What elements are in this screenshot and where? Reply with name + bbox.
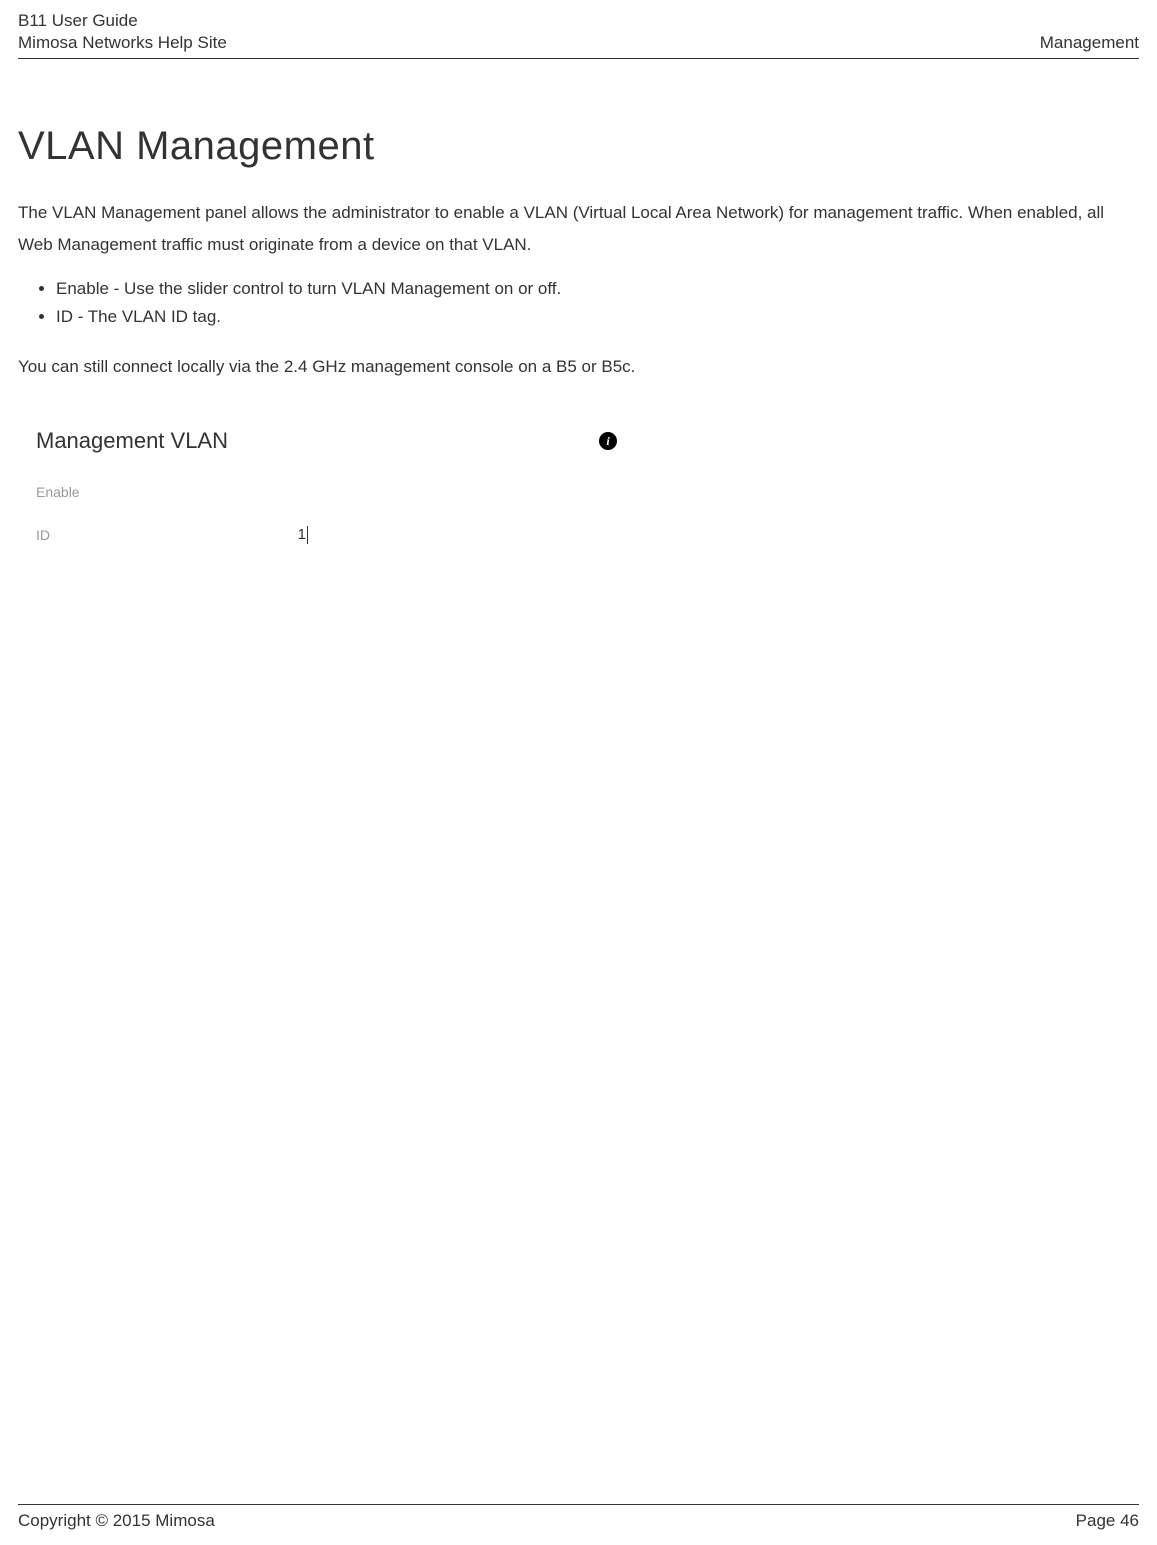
enable-label: Enable (36, 484, 244, 500)
header-section: Management (1040, 32, 1139, 54)
info-icon[interactable]: i (599, 432, 617, 450)
page-content: VLAN Management The VLAN Management pane… (18, 59, 1139, 1504)
enable-field-row: Enable (36, 484, 621, 500)
id-field-row: ID (36, 526, 621, 544)
site-name: Mimosa Networks Help Site (18, 32, 227, 54)
panel-header: Management VLAN i (36, 428, 621, 454)
header-left: B11 User Guide Mimosa Networks Help Site (18, 10, 227, 54)
management-vlan-panel: Management VLAN i Enable ID (36, 428, 621, 544)
intro-paragraph: The VLAN Management panel allows the adm… (18, 197, 1139, 260)
list-item: ID - The VLAN ID tag. (56, 304, 1139, 330)
doc-title: B11 User Guide (18, 10, 227, 32)
note-paragraph: You can still connect locally via the 2.… (18, 353, 1139, 380)
page-title: VLAN Management (18, 124, 1139, 169)
feature-list: Enable - Use the slider control to turn … (18, 276, 1139, 331)
panel-title: Management VLAN (36, 428, 228, 454)
id-input[interactable] (244, 526, 306, 544)
text-caret-icon (307, 526, 308, 544)
page-footer: Copyright © 2015 Mimosa Page 46 (18, 1504, 1139, 1545)
page-number: Page 46 (1076, 1511, 1139, 1531)
id-label: ID (36, 527, 244, 543)
page-header: B11 User Guide Mimosa Networks Help Site… (18, 10, 1139, 59)
copyright-text: Copyright © 2015 Mimosa (18, 1511, 215, 1531)
id-input-wrap[interactable] (244, 526, 308, 544)
list-item: Enable - Use the slider control to turn … (56, 276, 1139, 302)
